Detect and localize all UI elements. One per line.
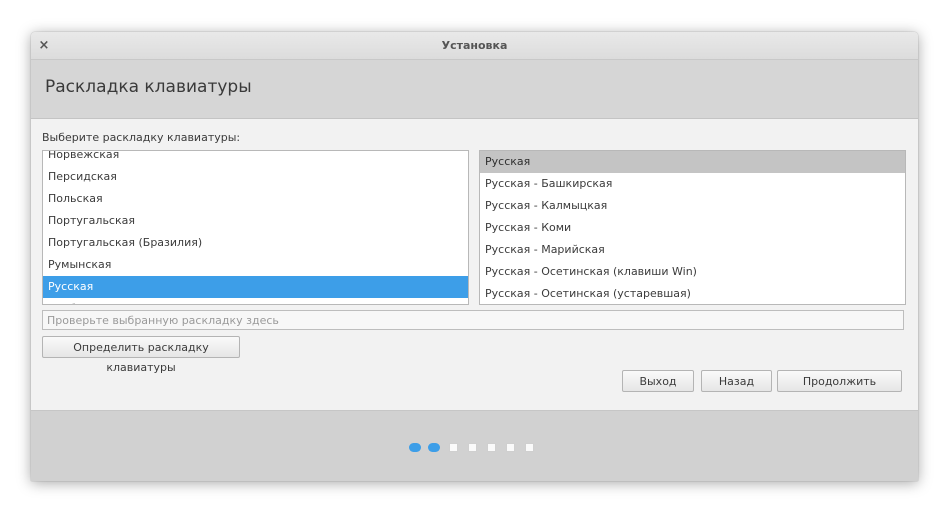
layout-test-input[interactable] (42, 310, 904, 330)
pending-step-square (506, 443, 515, 452)
completed-step-dot (428, 443, 440, 452)
page-header: Раскладка клавиатуры (31, 60, 918, 119)
title-bar[interactable]: Установка × (31, 32, 918, 60)
variant-list-item[interactable]: Русская - Калмыцкая (480, 195, 905, 217)
layout-list-item[interactable]: Румынская (43, 254, 468, 276)
pending-step-square (449, 443, 458, 452)
page-title: Раскладка клавиатуры (45, 77, 252, 97)
installer-window: Установка × Раскладка клавиатуры Выберит… (31, 32, 918, 481)
layout-list-item[interactable]: Русская (43, 276, 468, 298)
pending-step-square (487, 443, 496, 452)
variant-list[interactable]: Русская Русская - Башкирская Русская - Кал… (479, 150, 906, 305)
close-icon[interactable]: × (35, 37, 53, 55)
detect-layout-button[interactable]: Определить раскладку клавиатуры (42, 336, 240, 374)
pending-step-square (468, 443, 477, 452)
variant-list-item[interactable]: Русская - Башкирская (480, 173, 905, 195)
step-progress-indicator (409, 443, 539, 453)
variant-list-item[interactable]: Русская - Марийская (480, 239, 905, 261)
layout-list-item[interactable]: Польская (43, 188, 468, 210)
variant-list-item[interactable]: Русская - Коми (480, 217, 905, 239)
back-button[interactable]: Назад (701, 370, 772, 392)
layout-list-item[interactable]: Португальская (Бразилия) (43, 232, 468, 254)
variant-list-item[interactable]: Русская - Осетинская (устаревшая) (480, 283, 905, 304)
variant-list-item[interactable]: Русская - Осетинская (клавиши Win) (480, 261, 905, 283)
completed-step-dot (409, 443, 421, 452)
variant-list-item[interactable]: Русская (480, 151, 905, 173)
exit-button[interactable]: Выход (622, 370, 694, 392)
layout-list-item[interactable]: Персидская (43, 166, 468, 188)
footer (31, 410, 918, 481)
window-title: Установка (441, 39, 508, 52)
layout-list-item[interactable]: Португальская (43, 210, 468, 232)
layout-list-item[interactable]: Норвежская (43, 151, 468, 166)
continue-button[interactable]: Продолжить (777, 370, 902, 392)
layout-list[interactable]: Норвежская Персидская Польская Португальска… (42, 150, 469, 305)
layout-prompt-label: Выберите раскладку клавиатуры: (42, 131, 241, 144)
layout-list-item[interactable]: Сербская (43, 298, 468, 304)
pending-step-square (525, 443, 534, 452)
